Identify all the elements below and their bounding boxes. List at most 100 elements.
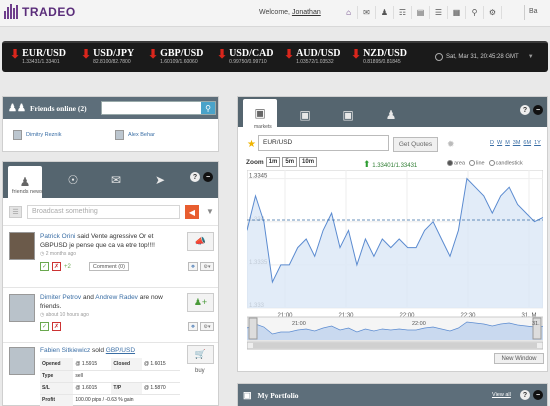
- tab-profile[interactable]: ♟: [374, 102, 408, 127]
- portfolio-panel: ▣ My Portfolio View all ? −: [237, 383, 548, 406]
- ticker-item[interactable]: ⬇ GBP/USD 1.60109/1.60060: [148, 48, 203, 66]
- ticker-item[interactable]: ⬇ AUD/USD 1.03572/1.03532: [284, 48, 341, 66]
- like-button[interactable]: ✓: [40, 322, 49, 331]
- tradeo-logo[interactable]: TRADEO: [4, 4, 76, 19]
- table-cell: T/P: [111, 382, 142, 395]
- table-cell: @ 1.6015: [141, 358, 180, 371]
- friends-search-input[interactable]: ⚲: [101, 101, 216, 115]
- symbol-input[interactable]: EUR/USD: [258, 135, 389, 151]
- chevron-down-icon[interactable]: ▼: [528, 54, 534, 60]
- broadcast-input[interactable]: Broadcast something: [27, 205, 180, 219]
- post-author-link[interactable]: Dimiter Petrov: [40, 294, 81, 301]
- price-chart[interactable]: 21:0021:3022:0022:3031. M1.3331.33351.33…: [246, 169, 544, 352]
- view-all-link[interactable]: View all: [492, 392, 511, 398]
- dislike-button[interactable]: ✗: [52, 262, 61, 271]
- post-author-link[interactable]: Andrew Radev: [95, 294, 138, 301]
- avatar[interactable]: [9, 232, 35, 260]
- avatar: [13, 130, 22, 140]
- gear-icon[interactable]: ⚙▾: [200, 322, 214, 331]
- pin-icon[interactable]: ❖: [188, 262, 198, 271]
- help-icon[interactable]: ?: [190, 172, 200, 182]
- post-author-link[interactable]: Fabien Sitkiewicz: [40, 347, 90, 354]
- post-tools: ❖ ⚙▾: [188, 262, 214, 271]
- chart-type-label: line: [476, 160, 485, 167]
- symbol-link[interactable]: GBP/USD: [106, 347, 135, 354]
- ruler-icon[interactable]: ☰: [430, 6, 448, 19]
- portfolio-icon: ▣: [243, 389, 252, 400]
- zoom-button[interactable]: 10m: [299, 157, 318, 167]
- post-time: ◷ 2 months ago: [40, 251, 77, 257]
- tab-currency-3[interactable]: ▣: [331, 102, 365, 127]
- gear-icon[interactable]: ⚙▾: [200, 262, 214, 271]
- friends-online-panel: ♟♟ Friends online (2) ⚲ Dimitry Reznik A…: [2, 96, 219, 152]
- username-link[interactable]: Jonathan: [292, 9, 321, 16]
- mail-icon[interactable]: ✉: [358, 6, 376, 19]
- tab-markets[interactable]: ▣: [243, 99, 277, 127]
- markets-tabstrip: ▣ markets ▣ ▣ ♟ ? −: [238, 97, 547, 130]
- friend-item[interactable]: Dimitry Reznik: [13, 130, 61, 140]
- period-link[interactable]: M: [505, 140, 510, 146]
- clock-icon: [435, 53, 443, 61]
- search-icon[interactable]: ⚲: [201, 102, 215, 114]
- ticker-item[interactable]: ⬇ USD/CAD 0.99750/0.99710: [217, 48, 274, 66]
- zoom-button[interactable]: 1m: [265, 157, 281, 167]
- minimize-icon[interactable]: −: [533, 105, 543, 115]
- home-icon[interactable]: ⌂: [340, 6, 358, 19]
- help-icon[interactable]: ?: [520, 390, 530, 400]
- table-cell: Opened: [40, 358, 74, 371]
- search-icon[interactable]: ⚲: [466, 6, 484, 19]
- avatar[interactable]: [9, 347, 35, 375]
- broadcast-send-button[interactable]: ◀: [185, 205, 199, 219]
- chart-type-option[interactable]: area: [447, 160, 465, 166]
- ticker-item[interactable]: ⬇ EUR/USD 1.33431/1.33401: [10, 48, 66, 66]
- new-window-button[interactable]: New Window: [494, 353, 544, 364]
- period-link[interactable]: D: [490, 140, 494, 146]
- down-arrow-icon: ⬇: [351, 47, 362, 61]
- news-post: Patrick Orini said Vente agressive Or et…: [3, 225, 218, 287]
- loading-icon: ✹: [447, 139, 455, 149]
- filter-icon[interactable]: ▼: [206, 207, 214, 216]
- like-button[interactable]: ✓: [40, 262, 49, 271]
- bid-ask-text: 1.33401/1.33431: [372, 163, 418, 169]
- comment-button[interactable]: Comment (0): [88, 262, 129, 271]
- table-row: S/L @ 1.6015 T/P @ 1.5870: [40, 382, 180, 395]
- help-icon[interactable]: ?: [520, 105, 530, 115]
- tab-currency-2[interactable]: ▣: [288, 102, 322, 127]
- table-cell: Closed: [111, 358, 142, 371]
- avatar[interactable]: [9, 294, 35, 322]
- pin-icon[interactable]: ❖: [188, 322, 198, 331]
- buy-label[interactable]: buy: [195, 368, 205, 374]
- compose-icon[interactable]: ☰: [9, 206, 22, 218]
- chart-type-option[interactable]: candlestick: [488, 160, 523, 166]
- grid-icon[interactable]: ▦: [448, 6, 466, 19]
- avatar: [115, 130, 124, 140]
- wallet-icon[interactable]: ▤: [412, 6, 430, 19]
- period-link[interactable]: W: [497, 140, 502, 146]
- buy-icon[interactable]: 🛒: [187, 345, 214, 364]
- tab-send[interactable]: ➤: [143, 167, 177, 192]
- people-icon[interactable]: ♟: [376, 6, 394, 19]
- dislike-button[interactable]: ✗: [52, 322, 61, 331]
- period-link[interactable]: 3M: [513, 140, 521, 146]
- period-link[interactable]: 6M: [523, 140, 531, 146]
- favorite-star-icon[interactable]: ★: [247, 139, 256, 150]
- get-quotes-button[interactable]: Get Quotes: [393, 137, 438, 152]
- ticker-item[interactable]: ⬇ USD/JPY 82.8100/82.7800: [81, 48, 134, 66]
- period-link[interactable]: 1Y: [534, 140, 541, 146]
- network-icon[interactable]: ☶: [394, 6, 412, 19]
- tab-chat[interactable]: ✉: [99, 167, 133, 192]
- ticker-item[interactable]: ⬇ NZD/USD 0.81895/0.81845: [351, 48, 407, 66]
- zoom-button[interactable]: 5m: [282, 157, 298, 167]
- megaphone-icon[interactable]: 📣: [187, 232, 214, 251]
- friend-item[interactable]: Alex Behar: [115, 130, 155, 140]
- post-author-link[interactable]: Patrick Orini: [40, 233, 75, 240]
- add-friend-icon[interactable]: ♟+: [187, 293, 214, 312]
- chart-type-option[interactable]: line: [469, 160, 485, 166]
- top-right-menu[interactable]: Ba: [524, 5, 550, 20]
- settings-icon[interactable]: ⚙: [484, 6, 502, 19]
- minimize-icon[interactable]: −: [533, 390, 543, 400]
- tab-broadcast[interactable]: ☉: [56, 167, 90, 192]
- y-tick-label: 1.3345: [249, 174, 268, 180]
- table-row: Opened @ 1.5915 Closed @ 1.6015: [40, 358, 180, 371]
- minimize-icon[interactable]: −: [203, 172, 213, 182]
